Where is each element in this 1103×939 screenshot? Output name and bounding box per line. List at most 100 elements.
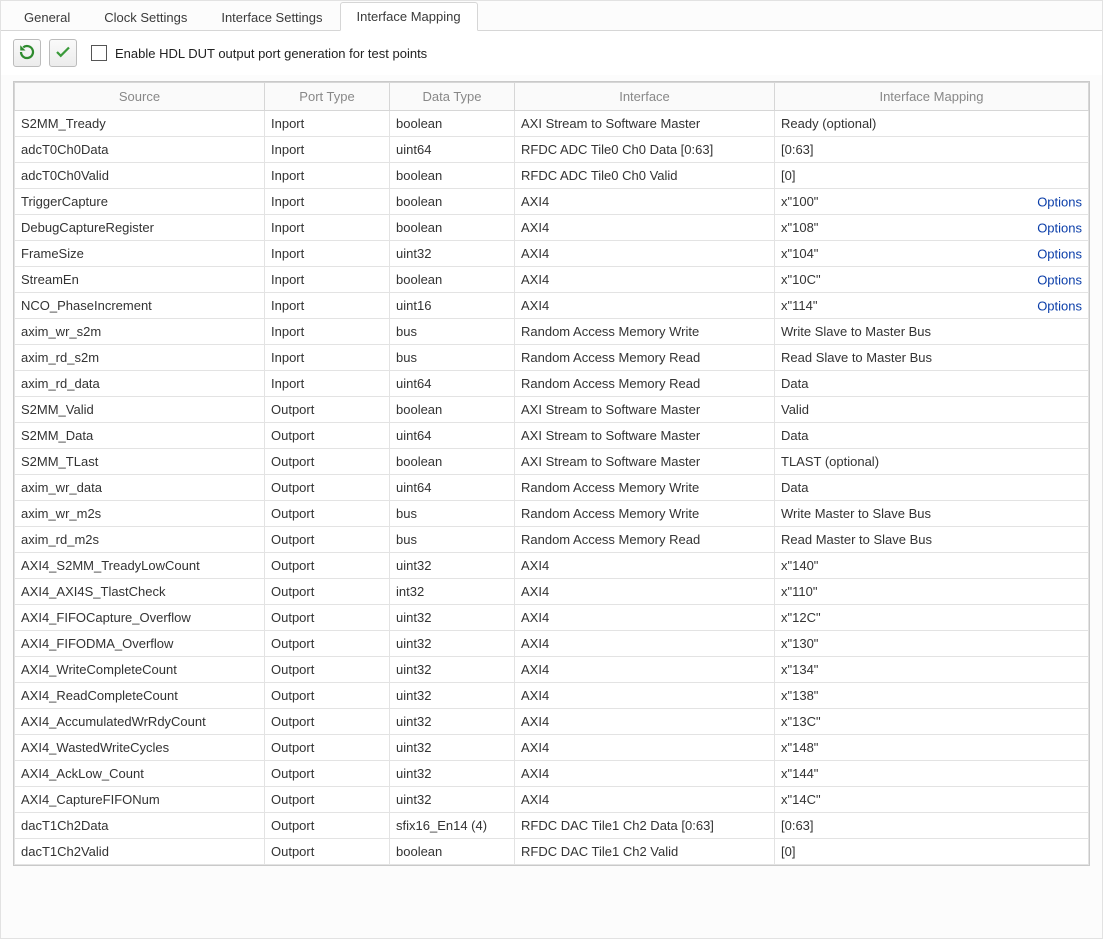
cell-interface[interactable]: AXI4 — [515, 579, 775, 605]
cell-interface[interactable]: AXI4 — [515, 293, 775, 319]
cell-port-type[interactable]: Outport — [265, 735, 390, 761]
cell-interface-mapping[interactable]: x"104"Options — [775, 241, 1089, 267]
table-row[interactable]: S2MM_DataOutportuint64AXI Stream to Soft… — [15, 423, 1089, 449]
cell-interface[interactable]: AXI Stream to Software Master — [515, 397, 775, 423]
cell-interface-mapping[interactable]: [0] — [775, 839, 1089, 865]
cell-port-type[interactable]: Outport — [265, 657, 390, 683]
cell-interface-mapping[interactable]: x"144" — [775, 761, 1089, 787]
table-row[interactable]: AXI4_CaptureFIFONumOutportuint32AXI4x"14… — [15, 787, 1089, 813]
cell-source[interactable]: AXI4_FIFOCapture_Overflow — [15, 605, 265, 631]
cell-interface-mapping[interactable]: Data — [775, 475, 1089, 501]
table-row[interactable]: S2MM_ValidOutportbooleanAXI Stream to So… — [15, 397, 1089, 423]
cell-interface[interactable]: AXI Stream to Software Master — [515, 111, 775, 137]
cell-data-type[interactable]: bus — [390, 501, 515, 527]
tab-general[interactable]: General — [7, 3, 87, 31]
cell-source[interactable]: axim_wr_m2s — [15, 501, 265, 527]
cell-data-type[interactable]: boolean — [390, 449, 515, 475]
cell-interface-mapping[interactable]: Write Master to Slave Bus — [775, 501, 1089, 527]
cell-interface-mapping[interactable]: [0] — [775, 163, 1089, 189]
cell-interface[interactable]: AXI4 — [515, 605, 775, 631]
cell-source[interactable]: S2MM_Tready — [15, 111, 265, 137]
col-interface-mapping[interactable]: Interface Mapping — [775, 83, 1089, 111]
table-row[interactable]: AXI4_AXI4S_TlastCheckOutportint32AXI4x"1… — [15, 579, 1089, 605]
cell-port-type[interactable]: Outport — [265, 761, 390, 787]
table-row[interactable]: axim_wr_m2sOutportbusRandom Access Memor… — [15, 501, 1089, 527]
cell-port-type[interactable]: Inport — [265, 163, 390, 189]
cell-port-type[interactable]: Inport — [265, 319, 390, 345]
cell-source[interactable]: dacT1Ch2Data — [15, 813, 265, 839]
table-row[interactable]: AXI4_WastedWriteCyclesOutportuint32AXI4x… — [15, 735, 1089, 761]
cell-interface-mapping[interactable]: x"130" — [775, 631, 1089, 657]
cell-interface-mapping[interactable]: Ready (optional) — [775, 111, 1089, 137]
cell-interface[interactable]: RFDC DAC Tile1 Ch2 Data [0:63] — [515, 813, 775, 839]
cell-data-type[interactable]: uint32 — [390, 683, 515, 709]
cell-source[interactable]: AXI4_AXI4S_TlastCheck — [15, 579, 265, 605]
cell-source[interactable]: AXI4_WastedWriteCycles — [15, 735, 265, 761]
cell-interface[interactable]: AXI4 — [515, 631, 775, 657]
table-row[interactable]: S2MM_TreadyInportbooleanAXI Stream to So… — [15, 111, 1089, 137]
cell-source[interactable]: NCO_PhaseIncrement — [15, 293, 265, 319]
cell-data-type[interactable]: bus — [390, 527, 515, 553]
table-row[interactable]: axim_wr_dataOutportuint64Random Access M… — [15, 475, 1089, 501]
cell-interface[interactable]: AXI4 — [515, 709, 775, 735]
cell-port-type[interactable]: Outport — [265, 397, 390, 423]
cell-data-type[interactable]: boolean — [390, 215, 515, 241]
reload-button[interactable] — [13, 39, 41, 67]
cell-interface[interactable]: RFDC ADC Tile0 Ch0 Data [0:63] — [515, 137, 775, 163]
cell-port-type[interactable]: Outport — [265, 631, 390, 657]
cell-interface-mapping[interactable]: x"134" — [775, 657, 1089, 683]
cell-interface[interactable]: AXI Stream to Software Master — [515, 423, 775, 449]
cell-interface[interactable]: AXI4 — [515, 553, 775, 579]
confirm-button[interactable] — [49, 39, 77, 67]
cell-data-type[interactable]: boolean — [390, 111, 515, 137]
table-row[interactable]: adcT0Ch0DataInportuint64RFDC ADC Tile0 C… — [15, 137, 1089, 163]
cell-port-type[interactable]: Inport — [265, 111, 390, 137]
cell-data-type[interactable]: boolean — [390, 163, 515, 189]
cell-interface-mapping[interactable]: x"108"Options — [775, 215, 1089, 241]
table-row[interactable]: NCO_PhaseIncrementInportuint16AXI4x"114"… — [15, 293, 1089, 319]
cell-source[interactable]: AXI4_AccumulatedWrRdyCount — [15, 709, 265, 735]
enable-hdl-checkbox[interactable] — [91, 45, 107, 61]
cell-port-type[interactable]: Outport — [265, 501, 390, 527]
cell-port-type[interactable]: Outport — [265, 605, 390, 631]
cell-data-type[interactable]: uint32 — [390, 605, 515, 631]
cell-data-type[interactable]: uint32 — [390, 709, 515, 735]
cell-port-type[interactable]: Inport — [265, 215, 390, 241]
cell-source[interactable]: axim_rd_m2s — [15, 527, 265, 553]
cell-interface[interactable]: Random Access Memory Read — [515, 371, 775, 397]
cell-interface-mapping[interactable]: Valid — [775, 397, 1089, 423]
cell-source[interactable]: axim_rd_data — [15, 371, 265, 397]
cell-interface-mapping[interactable]: TLAST (optional) — [775, 449, 1089, 475]
cell-port-type[interactable]: Outport — [265, 423, 390, 449]
cell-data-type[interactable]: boolean — [390, 839, 515, 865]
table-row[interactable]: axim_wr_s2mInportbusRandom Access Memory… — [15, 319, 1089, 345]
table-row[interactable]: AXI4_AccumulatedWrRdyCountOutportuint32A… — [15, 709, 1089, 735]
options-link[interactable]: Options — [1037, 194, 1082, 209]
cell-data-type[interactable]: uint32 — [390, 761, 515, 787]
table-row[interactable]: StreamEnInportbooleanAXI4x"10C"Options — [15, 267, 1089, 293]
cell-data-type[interactable]: uint64 — [390, 371, 515, 397]
cell-data-type[interactable]: uint32 — [390, 657, 515, 683]
cell-port-type[interactable]: Inport — [265, 267, 390, 293]
cell-interface[interactable]: AXI4 — [515, 215, 775, 241]
cell-interface[interactable]: AXI4 — [515, 683, 775, 709]
cell-data-type[interactable]: uint32 — [390, 735, 515, 761]
col-interface[interactable]: Interface — [515, 83, 775, 111]
table-row[interactable]: AXI4_FIFOCapture_OverflowOutportuint32AX… — [15, 605, 1089, 631]
cell-interface[interactable]: AXI4 — [515, 267, 775, 293]
cell-port-type[interactable]: Outport — [265, 709, 390, 735]
cell-interface-mapping[interactable]: [0:63] — [775, 813, 1089, 839]
table-row[interactable]: AXI4_S2MM_TreadyLowCountOutportuint32AXI… — [15, 553, 1089, 579]
table-row[interactable]: AXI4_WriteCompleteCountOutportuint32AXI4… — [15, 657, 1089, 683]
tab-interface-settings[interactable]: Interface Settings — [204, 3, 339, 31]
cell-source[interactable]: TriggerCapture — [15, 189, 265, 215]
cell-interface-mapping[interactable]: x"12C" — [775, 605, 1089, 631]
table-row[interactable]: DebugCaptureRegisterInportbooleanAXI4x"1… — [15, 215, 1089, 241]
cell-port-type[interactable]: Outport — [265, 475, 390, 501]
cell-data-type[interactable]: uint64 — [390, 423, 515, 449]
cell-data-type[interactable]: uint32 — [390, 241, 515, 267]
cell-source[interactable]: StreamEn — [15, 267, 265, 293]
cell-data-type[interactable]: boolean — [390, 189, 515, 215]
cell-interface-mapping[interactable]: x"148" — [775, 735, 1089, 761]
cell-data-type[interactable]: bus — [390, 345, 515, 371]
